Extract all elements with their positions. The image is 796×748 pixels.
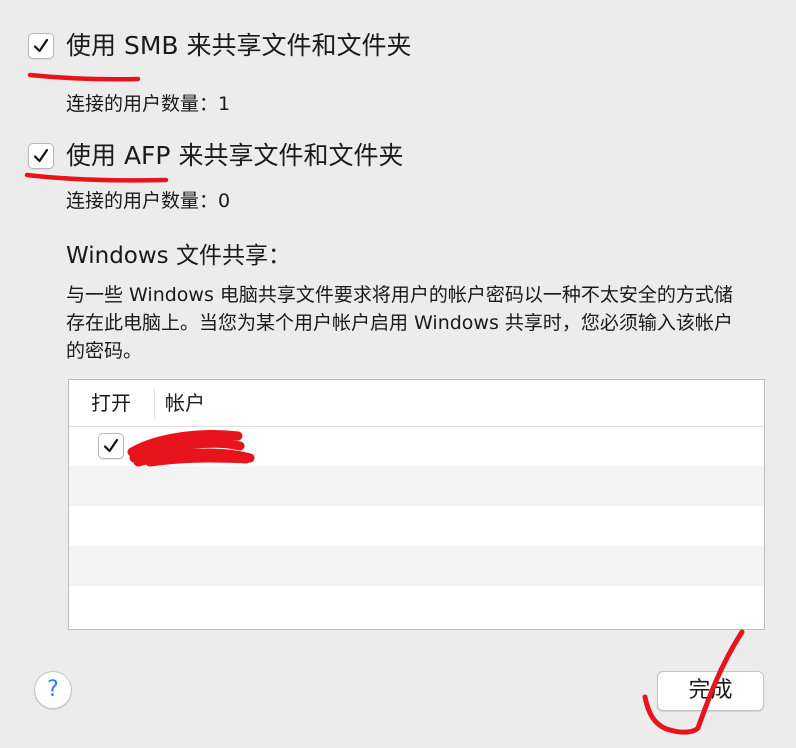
table-row[interactable] — [69, 426, 764, 466]
checkmark-icon — [103, 438, 119, 453]
table-row — [69, 506, 764, 546]
table-header: 打开 帐户 — [69, 380, 764, 427]
smb-connected-users: 连接的用户数量：1 — [66, 93, 231, 115]
checkmark-icon — [33, 38, 49, 53]
table-row — [69, 586, 764, 626]
table-row — [69, 466, 764, 506]
column-divider — [154, 388, 155, 418]
checkmark-icon — [33, 148, 49, 163]
afp-connected-users: 连接的用户数量：0 — [66, 190, 231, 212]
accounts-table: 打开 帐户 — [68, 379, 765, 630]
windows-sharing-title: Windows 文件共享： — [66, 243, 291, 269]
windows-sharing-description: 与一些 Windows 电脑共享文件要求将用户的帐户密码以一种不太安全的方式储存… — [66, 284, 733, 362]
afp-checkbox[interactable] — [28, 143, 54, 169]
column-header-enabled[interactable]: 打开 — [91, 391, 131, 415]
row-enabled-checkbox[interactable] — [98, 433, 124, 459]
afp-label[interactable]: 使用 AFP 来共享文件和文件夹 — [66, 141, 403, 171]
afp-underline — [24, 172, 169, 183]
smb-checkbox[interactable] — [28, 33, 54, 59]
done-button[interactable]: 完成 — [657, 671, 764, 711]
help-button[interactable]: ? — [34, 671, 72, 709]
table-row — [69, 546, 764, 586]
column-header-account[interactable]: 帐户 — [165, 391, 205, 415]
smb-underline — [27, 72, 141, 82]
smb-label[interactable]: 使用 SMB 来共享文件和文件夹 — [66, 31, 412, 61]
